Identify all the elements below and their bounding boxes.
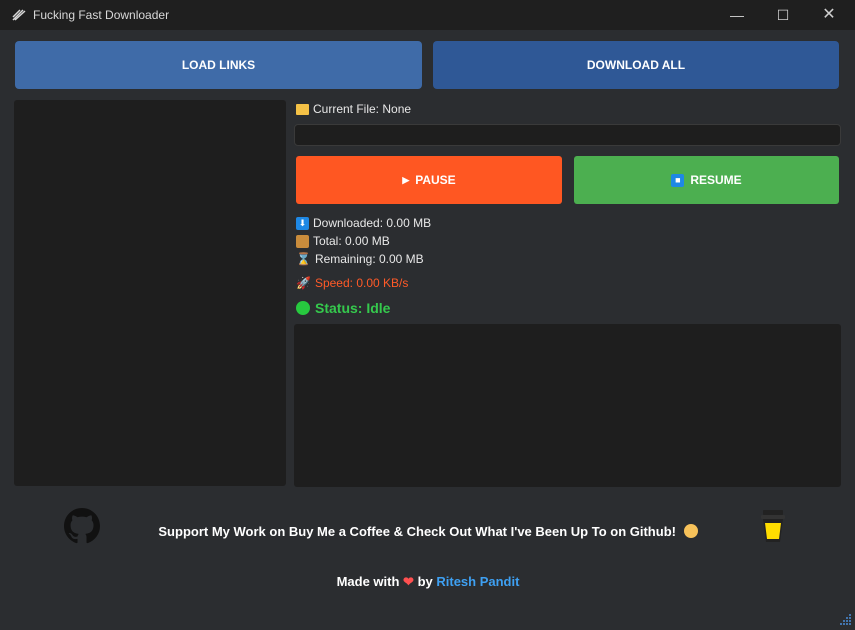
nerd-face-icon bbox=[683, 524, 698, 538]
resume-button[interactable]: ■ RESUME bbox=[574, 156, 839, 204]
status-value: Status: Idle bbox=[315, 300, 391, 316]
maximize-button[interactable]: ☐ bbox=[760, 0, 806, 30]
support-message: Support My Work on Buy Me a Coffee & Che… bbox=[6, 524, 850, 539]
main-content: LOAD LINKS DOWNLOAD ALL Current File: No… bbox=[6, 34, 850, 602]
download-progress-bar bbox=[294, 124, 841, 146]
resume-label: RESUME bbox=[690, 173, 742, 187]
heart-icon: ❤ bbox=[403, 574, 414, 589]
down-arrow-icon: ⬇ bbox=[296, 216, 309, 230]
status-row: Status: Idle bbox=[296, 300, 390, 316]
speed-row: 🚀 Speed: 0.00 KB/s bbox=[296, 276, 408, 290]
log-output-panel[interactable] bbox=[294, 324, 841, 487]
folder-icon bbox=[296, 103, 309, 115]
downloaded-row: ⬇ Downloaded: 0.00 MB bbox=[296, 216, 431, 230]
app-logo-icon bbox=[12, 9, 26, 21]
made-with-text: Made with bbox=[336, 574, 400, 589]
downloaded-value: Downloaded: 0.00 MB bbox=[313, 216, 432, 230]
remaining-value: Remaining: 0.00 MB bbox=[314, 252, 424, 266]
resize-grip-icon[interactable] bbox=[836, 611, 852, 627]
current-file-label: Current File: None bbox=[313, 102, 412, 116]
by-text: by bbox=[417, 574, 433, 589]
minimize-button[interactable]: — bbox=[714, 0, 760, 30]
support-text: Support My Work on Buy Me a Coffee & Che… bbox=[158, 524, 676, 539]
speed-value: Speed: 0.00 KB/s bbox=[314, 276, 409, 290]
pause-button[interactable]: ▶ PAUSE bbox=[296, 156, 562, 204]
app-window: Fucking Fast Downloader — ☐ ✕ LOAD LINKS… bbox=[0, 0, 855, 630]
play-icon: ▶ bbox=[402, 174, 410, 185]
hourglass-icon: ⌛ bbox=[296, 252, 311, 266]
coffee-cup-icon[interactable] bbox=[760, 508, 786, 544]
current-file-row: Current File: None bbox=[296, 102, 411, 116]
author-link[interactable]: Ritesh Pandit bbox=[436, 574, 519, 589]
total-value: Total: 0.00 MB bbox=[313, 234, 390, 248]
remaining-row: ⌛ Remaining: 0.00 MB bbox=[296, 252, 424, 266]
window-title: Fucking Fast Downloader bbox=[33, 8, 170, 22]
links-list-panel[interactable] bbox=[14, 100, 286, 486]
load-links-button[interactable]: LOAD LINKS bbox=[15, 41, 422, 89]
close-button[interactable]: ✕ bbox=[806, 0, 852, 30]
title-bar: Fucking Fast Downloader — ☐ ✕ bbox=[0, 0, 855, 30]
download-all-button[interactable]: DOWNLOAD ALL bbox=[433, 41, 839, 89]
made-with-line: Made with ❤ by Ritesh Pandit bbox=[6, 574, 850, 590]
rocket-icon: 🚀 bbox=[296, 276, 311, 290]
total-row: Total: 0.00 MB bbox=[296, 234, 390, 248]
stop-icon: ■ bbox=[671, 173, 685, 187]
package-icon bbox=[296, 234, 309, 248]
status-dot-icon bbox=[296, 301, 310, 315]
pause-label: PAUSE bbox=[415, 173, 456, 187]
